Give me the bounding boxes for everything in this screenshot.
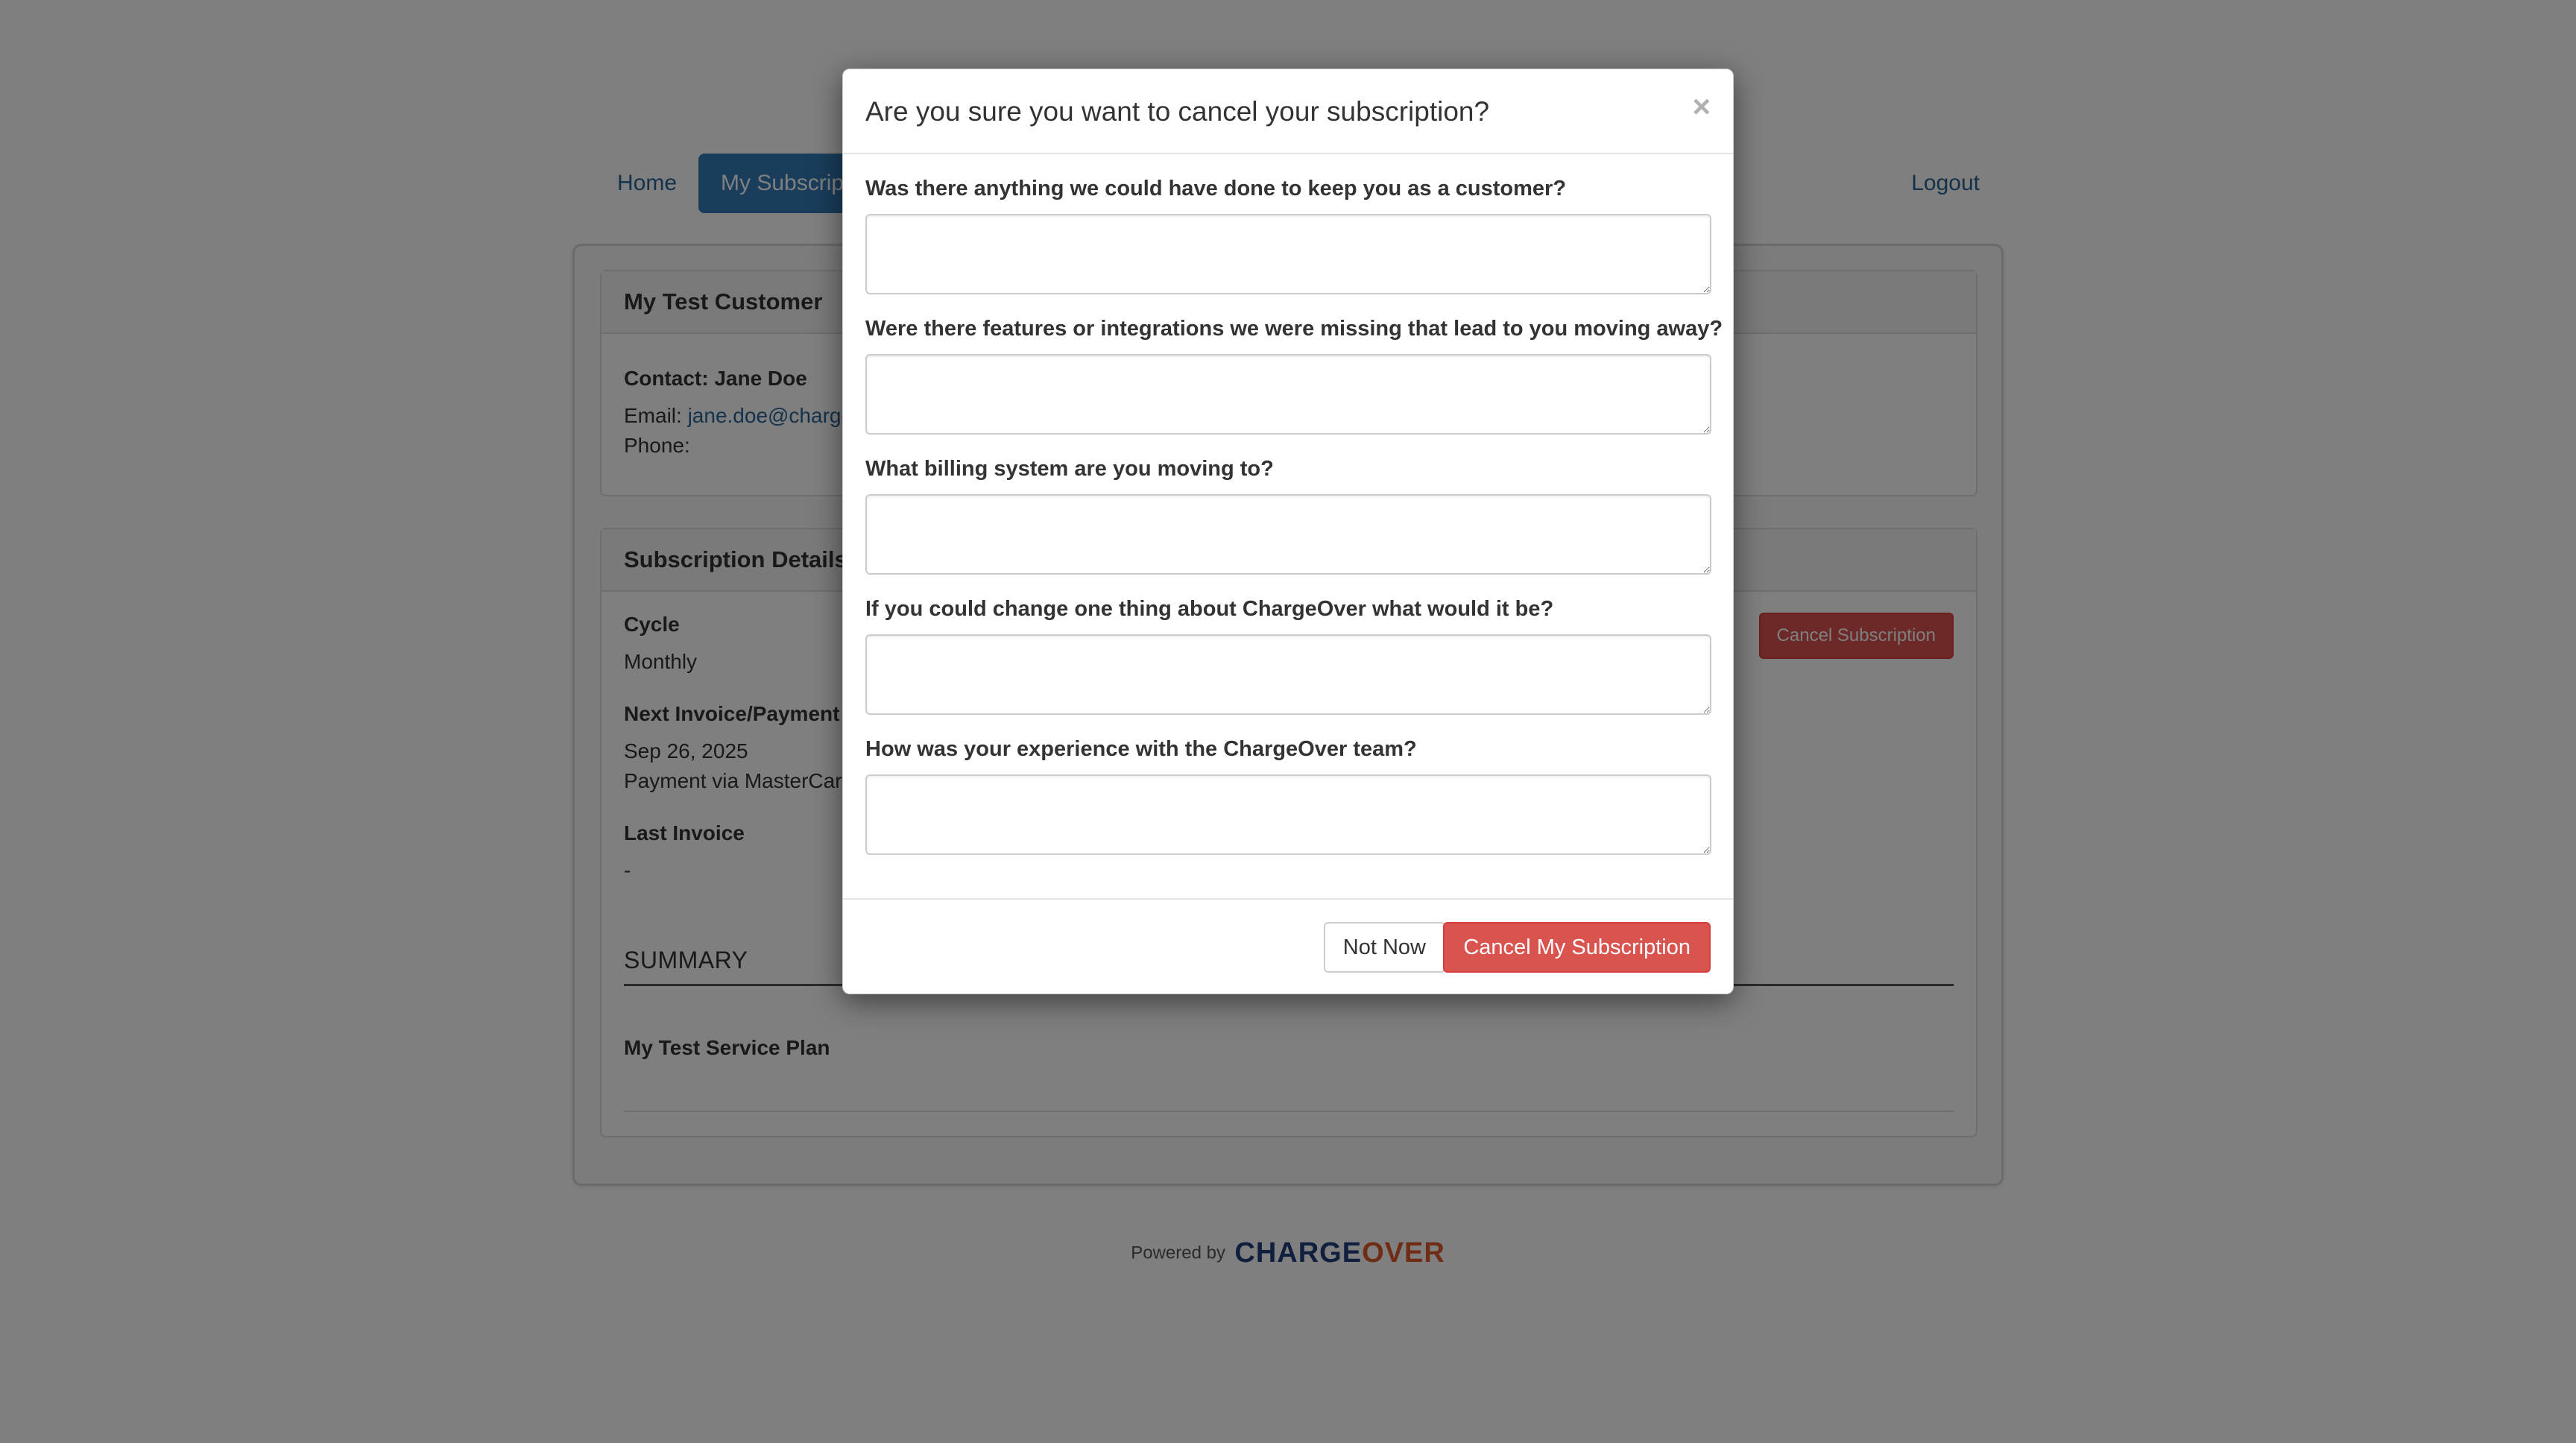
modal-title: Are you sure you want to cancel your sub…: [865, 96, 1490, 127]
question-5-textarea[interactable]: [865, 774, 1711, 855]
modal-body: Was there anything we could have done to…: [843, 154, 1733, 900]
cancel-my-subscription-button[interactable]: Cancel My Subscription: [1443, 922, 1711, 973]
question-3-label: What billing system are you moving to?: [865, 457, 1274, 481]
modal-footer: Not Now Cancel My Subscription: [843, 898, 1733, 995]
question-4-textarea[interactable]: [865, 634, 1711, 715]
question-2-textarea[interactable]: [865, 354, 1711, 435]
question-3-textarea[interactable]: [865, 494, 1711, 575]
not-now-button[interactable]: Not Now: [1323, 922, 1445, 973]
question-2-label: Were there features or integrations we w…: [865, 317, 1723, 341]
modal-header: Are you sure you want to cancel your sub…: [843, 69, 1733, 154]
question-1-label: Was there anything we could have done to…: [865, 177, 1567, 200]
question-4-label: If you could change one thing about Char…: [865, 597, 1554, 621]
close-icon[interactable]: ×: [1692, 86, 1711, 127]
question-1-textarea[interactable]: [865, 214, 1711, 294]
question-5-label: How was your experience with the ChargeO…: [865, 737, 1417, 761]
cancel-subscription-modal: Are you sure you want to cancel your sub…: [842, 69, 1734, 994]
